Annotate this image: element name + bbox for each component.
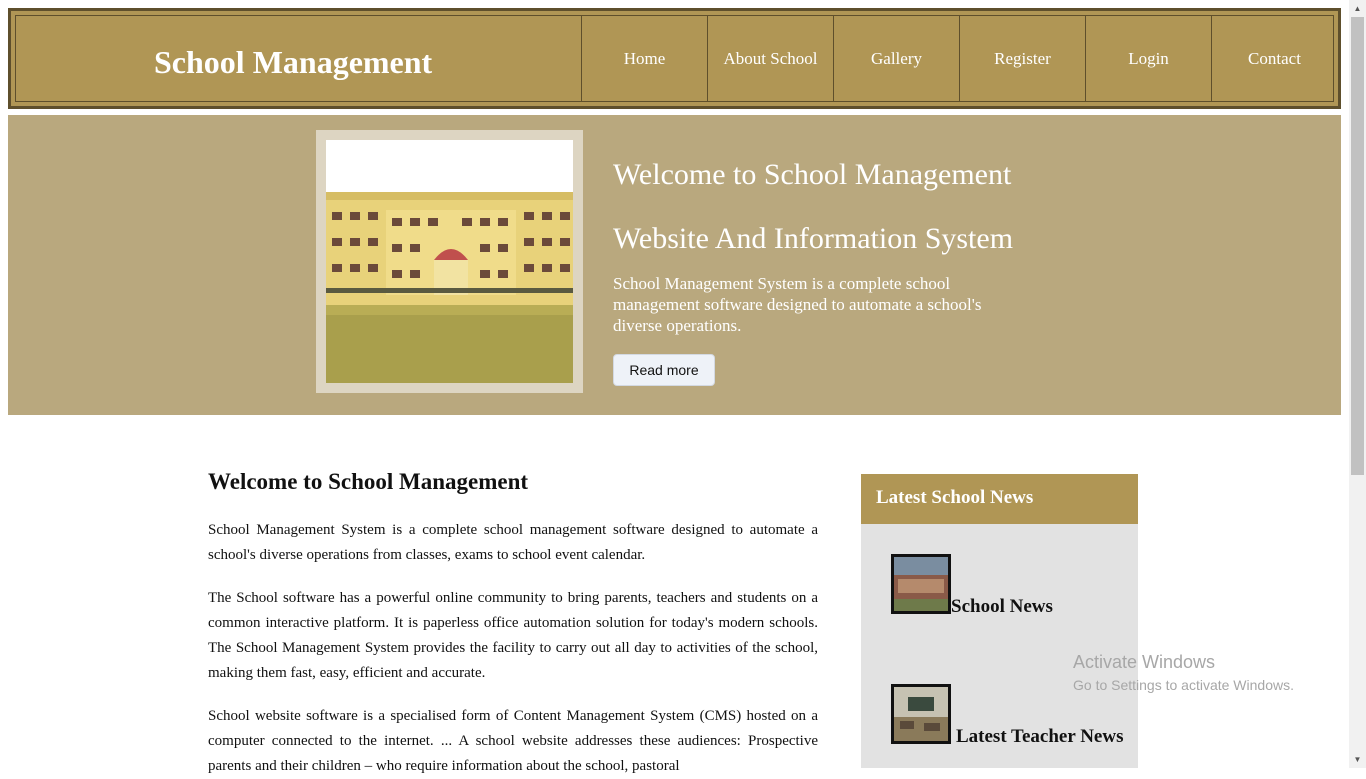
sidebar-title: Latest School News (861, 474, 1138, 524)
nav-register[interactable]: Register (959, 16, 1085, 101)
hero-banner: Welcome to School Management Website And… (8, 115, 1341, 415)
hero-title: Welcome to School Management Website And… (613, 143, 1033, 271)
nav-login[interactable]: Login (1085, 16, 1211, 101)
scrollbar-thumb[interactable] (1351, 17, 1364, 475)
intro-paragraph: School Management System is a complete s… (208, 522, 818, 563)
hero-description: School Management System is a complete s… (613, 274, 982, 335)
school-news-thumbnail[interactable] (891, 554, 951, 614)
school-building-photo (326, 140, 573, 383)
main-heading: Welcome to School Management (208, 469, 529, 494)
nav-about-school[interactable]: About School (707, 16, 833, 101)
news-sidebar: Latest School News School News Latest Te… (861, 474, 1138, 768)
teacher-news-link[interactable]: Latest Teacher News (956, 726, 1123, 748)
scroll-down-arrow-icon[interactable]: ▼ (1349, 751, 1366, 768)
hero-title-line2: Website And Information System (613, 222, 1014, 255)
site-header: School Management Home About School Gall… (8, 8, 1341, 109)
header-inner-border: School Management Home About School Gall… (15, 15, 1334, 102)
school-news-link[interactable]: School News (951, 596, 1053, 618)
community-paragraph: The School software has a powerful onlin… (208, 590, 818, 681)
read-more-button[interactable]: Read more (613, 354, 715, 386)
hero-title-line1: Welcome to School Management (613, 158, 1012, 191)
activate-windows-title: Activate Windows (1073, 652, 1216, 672)
site-title[interactable]: School Management (154, 44, 432, 81)
teacher-news-thumbnail[interactable] (891, 684, 951, 744)
nav-gallery[interactable]: Gallery (833, 16, 959, 101)
vertical-scrollbar[interactable]: ▲ ▼ (1349, 0, 1366, 768)
nav-contact[interactable]: Contact (1211, 16, 1337, 101)
nav-home[interactable]: Home (581, 16, 707, 101)
main-nav: Home About School Gallery Register Login… (581, 16, 1337, 101)
activate-windows-subtitle: Go to Settings to activate Windows. (1073, 677, 1294, 693)
scroll-up-arrow-icon[interactable]: ▲ (1349, 0, 1366, 17)
hero-image-frame (316, 130, 583, 393)
